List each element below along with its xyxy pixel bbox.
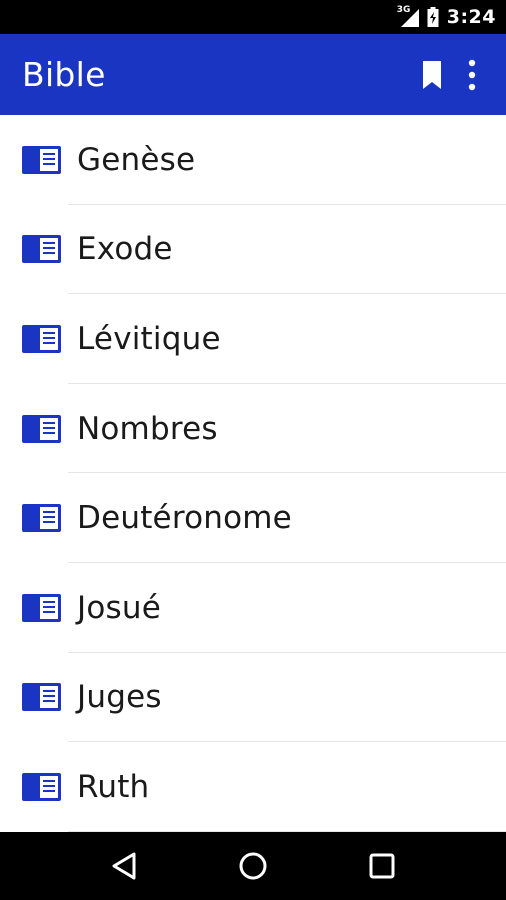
battery-icon [427,7,439,27]
book-item[interactable]: Exode [0,205,506,295]
book-item[interactable]: Genèse [0,115,506,205]
back-button[interactable] [104,846,144,886]
book-icon [22,324,61,353]
book-item[interactable]: Lévitique [0,294,506,384]
book-icon [22,504,61,533]
navigation-bar [0,832,506,900]
status-time: 3:24 [446,6,496,28]
book-label: Genèse [77,141,196,178]
home-icon [239,852,267,880]
network-type: 3G [396,5,411,15]
book-icon [22,145,61,174]
book-list: Genèse Exode Lévitique Nombres Deutéronome Jo… [0,115,506,832]
book-label: Nombres [77,410,218,447]
back-icon [112,852,136,880]
book-label: Exode [77,231,173,268]
book-item[interactable]: Nombres [0,384,506,474]
more-vert-icon [468,59,476,90]
book-icon [22,772,61,801]
app-bar: Bible [0,34,506,115]
book-icon [22,683,61,712]
book-item[interactable]: Ruth [0,742,506,832]
recents-icon [369,853,395,879]
book-item[interactable]: Josué [0,563,506,653]
status-bar: 3G 3:24 [0,0,506,34]
book-label: Deutéronome [77,500,292,537]
book-label: Juges [77,679,162,716]
book-item[interactable]: Juges [0,653,506,743]
home-button[interactable] [233,846,273,886]
book-icon [22,593,61,622]
book-icon [22,414,61,443]
book-icon [22,235,61,264]
bookmark-button[interactable] [412,51,452,99]
bookmark-icon [423,60,441,89]
book-label: Josué [77,589,161,626]
app-title: Bible [22,55,106,94]
recents-button[interactable] [362,846,402,886]
overflow-menu-button[interactable] [452,51,492,99]
book-item[interactable]: Deutéronome [0,473,506,563]
book-label: Lévitique [77,320,221,357]
signal-icon: 3G [396,5,419,27]
book-label: Ruth [77,768,150,805]
